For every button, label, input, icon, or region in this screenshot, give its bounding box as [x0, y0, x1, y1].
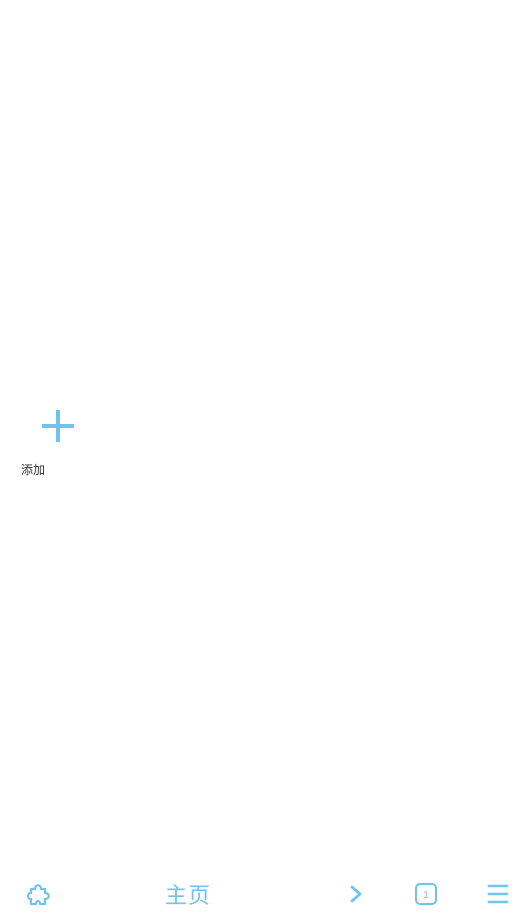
extensions-button[interactable]	[18, 874, 58, 914]
forward-button[interactable]	[336, 874, 376, 914]
home-label: 主页	[164, 884, 211, 909]
hamburger-menu-icon	[487, 884, 509, 904]
plus-icon	[42, 410, 74, 442]
add-shortcut-button[interactable]: 添加	[16, 404, 94, 480]
tabs-button[interactable]: 1	[406, 874, 446, 914]
bottom-navigation-bar: 主页 1	[0, 866, 530, 920]
add-shortcut-label: 添加	[21, 463, 46, 477]
puzzle-icon	[26, 884, 50, 906]
menu-button[interactable]	[478, 874, 518, 914]
tab-count: 1	[423, 890, 429, 901]
chevron-right-icon	[350, 885, 362, 903]
browser-home-screen: 添加 主页 1	[0, 0, 530, 920]
tab-counter-icon: 1	[415, 883, 437, 905]
home-button[interactable]: 主页	[150, 874, 226, 914]
